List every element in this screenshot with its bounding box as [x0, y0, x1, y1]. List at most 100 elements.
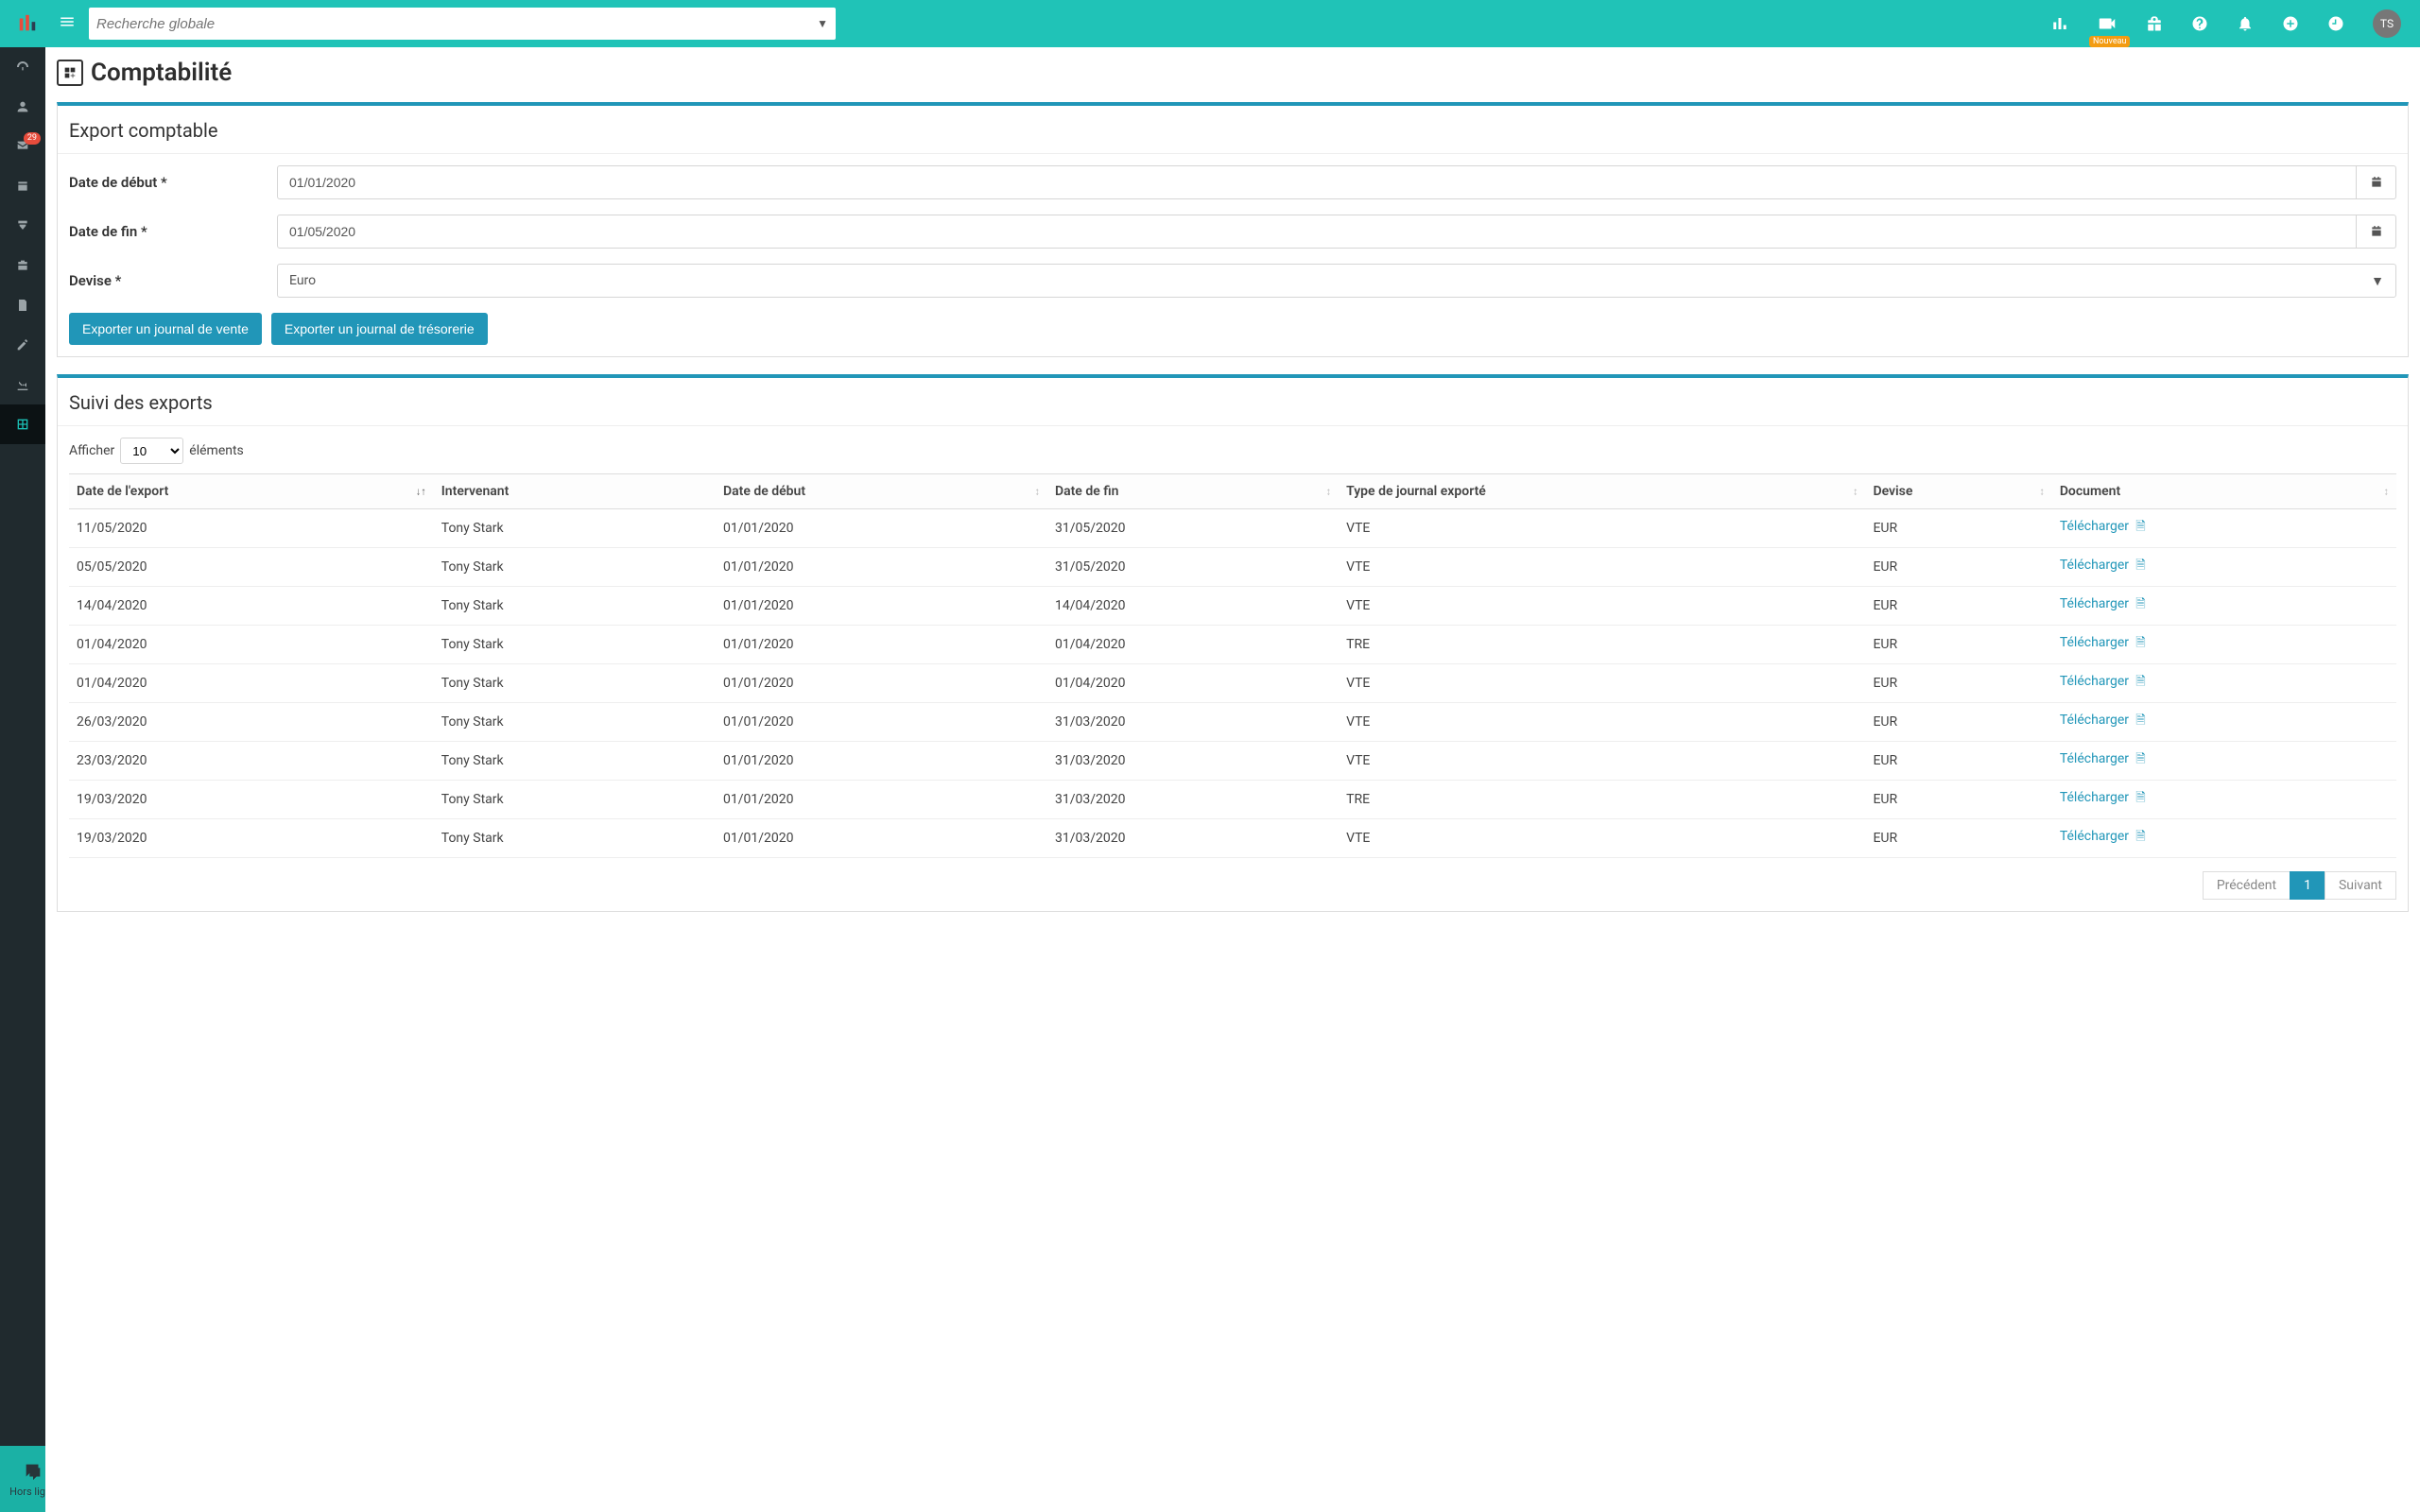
cell-document: Télécharger 🗎 [2052, 703, 2396, 742]
video-icon[interactable]: Nouveau [2097, 13, 2118, 34]
clock-icon[interactable] [2327, 15, 2344, 32]
nav-tasks[interactable] [0, 206, 45, 246]
page-length-select[interactable]: 10 [120, 438, 183, 464]
sort-icon: ↕ [1034, 486, 1040, 498]
file-icon: 🗎 [2133, 558, 2146, 573]
pager-prev[interactable]: Précédent [2203, 871, 2290, 900]
download-link[interactable]: Télécharger 🗎 [2060, 596, 2146, 611]
table-row: 23/03/2020Tony Stark01/01/202031/03/2020… [69, 742, 2396, 781]
top-bar: ▼ Nouveau TS [0, 0, 2420, 47]
cell-document: Télécharger 🗎 [2052, 781, 2396, 819]
toggle-menu-button[interactable] [55, 9, 79, 39]
download-link[interactable]: Télécharger 🗎 [2060, 790, 2146, 805]
download-link[interactable]: Télécharger 🗎 [2060, 829, 2146, 844]
cell-intervenant: Tony Stark [434, 742, 716, 781]
global-search-input[interactable] [96, 16, 817, 32]
table-row: 01/04/2020Tony Stark01/01/202001/04/2020… [69, 626, 2396, 664]
help-icon[interactable] [2191, 15, 2208, 32]
nav-accounting[interactable] [0, 404, 45, 444]
cell-document: Télécharger 🗎 [2052, 587, 2396, 626]
pagination: Précédent 1 Suivant [69, 871, 2396, 900]
nav-edit[interactable] [0, 325, 45, 365]
nav-calendar[interactable] [0, 166, 45, 206]
cell-end: 01/04/2020 [1047, 626, 1339, 664]
download-link[interactable]: Télécharger 🗎 [2060, 635, 2146, 650]
nav-reports[interactable] [0, 365, 45, 404]
cell-intervenant: Tony Stark [434, 509, 716, 548]
stats-icon[interactable] [2051, 15, 2068, 32]
add-icon[interactable] [2282, 15, 2299, 32]
download-link[interactable]: Télécharger 🗎 [2060, 713, 2146, 728]
cell-export-date: 23/03/2020 [69, 742, 434, 781]
col-type[interactable]: Type de journal exporté ↕ [1339, 474, 1865, 509]
cell-start: 01/01/2020 [716, 664, 1047, 703]
cell-end: 14/04/2020 [1047, 587, 1339, 626]
export-treasury-button[interactable]: Exporter un journal de trésorerie [271, 313, 488, 345]
cell-type: VTE [1339, 509, 1865, 548]
cell-intervenant: Tony Stark [434, 626, 716, 664]
show-suffix: éléments [189, 443, 244, 458]
cell-end: 31/05/2020 [1047, 509, 1339, 548]
sort-icon: ↕ [1326, 486, 1332, 498]
download-link[interactable]: Télécharger 🗎 [2060, 751, 2146, 766]
gift-icon[interactable] [2146, 15, 2163, 32]
cell-intervenant: Tony Stark [434, 781, 716, 819]
col-end[interactable]: Date de fin ↕ [1047, 474, 1339, 509]
currency-label: Devise * [69, 272, 277, 289]
table-row: 05/05/2020Tony Stark01/01/202031/05/2020… [69, 548, 2396, 587]
page-title: Comptabilité [57, 59, 2409, 87]
end-date-input[interactable] [277, 215, 2357, 249]
table-row: 11/05/2020Tony Stark01/01/202031/05/2020… [69, 509, 2396, 548]
cell-document: Télécharger 🗎 [2052, 742, 2396, 781]
file-icon: 🗎 [2133, 830, 2146, 844]
caret-down-icon: ▼ [2371, 273, 2384, 289]
nav-users[interactable] [0, 87, 45, 127]
cell-type: VTE [1339, 703, 1865, 742]
pager-next[interactable]: Suivant [2325, 871, 2396, 900]
start-date-picker-icon[interactable] [2357, 165, 2396, 199]
cell-end: 31/03/2020 [1047, 742, 1339, 781]
cell-export-date: 01/04/2020 [69, 626, 434, 664]
exports-table: Date de l'export ↓↑ Intervenant Date de … [69, 473, 2396, 858]
cell-type: VTE [1339, 742, 1865, 781]
currency-select[interactable]: Euro ▼ [277, 264, 2396, 298]
cell-end: 31/03/2020 [1047, 703, 1339, 742]
followup-panel-header: Suivi des exports [58, 378, 2408, 426]
col-export-date[interactable]: Date de l'export ↓↑ [69, 474, 434, 509]
col-document[interactable]: Document ↕ [2052, 474, 2396, 509]
cell-export-date: 11/05/2020 [69, 509, 434, 548]
cell-start: 01/01/2020 [716, 587, 1047, 626]
cell-end: 31/03/2020 [1047, 781, 1339, 819]
cell-export-date: 26/03/2020 [69, 703, 434, 742]
currency-value: Euro [289, 273, 316, 288]
download-link[interactable]: Télécharger 🗎 [2060, 519, 2146, 534]
nav-mail[interactable]: 29 [0, 127, 45, 166]
end-date-picker-icon[interactable] [2357, 215, 2396, 249]
col-intervenant[interactable]: Intervenant [434, 474, 716, 509]
cell-start: 01/01/2020 [716, 781, 1047, 819]
bell-icon[interactable] [2237, 15, 2254, 32]
cell-export-date: 19/03/2020 [69, 781, 434, 819]
global-search[interactable]: ▼ [89, 8, 836, 40]
pager-current[interactable]: 1 [2290, 871, 2325, 900]
followup-panel: Suivi des exports Afficher 10 éléments D… [57, 374, 2409, 912]
file-icon: 🗎 [2133, 713, 2146, 728]
app-logo [9, 6, 45, 42]
cell-document: Télécharger 🗎 [2052, 664, 2396, 703]
user-avatar[interactable]: TS [2373, 9, 2401, 38]
cell-start: 01/01/2020 [716, 509, 1047, 548]
nav-dashboard[interactable] [0, 47, 45, 87]
cell-end: 31/03/2020 [1047, 819, 1339, 858]
export-sales-button[interactable]: Exporter un journal de vente [69, 313, 262, 345]
cell-start: 01/01/2020 [716, 742, 1047, 781]
col-start[interactable]: Date de début ↕ [716, 474, 1047, 509]
nav-invoice[interactable] [0, 285, 45, 325]
end-date-label: Date de fin * [69, 223, 277, 240]
download-link[interactable]: Télécharger 🗎 [2060, 558, 2146, 573]
col-currency[interactable]: Devise ↕ [1865, 474, 2051, 509]
cell-document: Télécharger 🗎 [2052, 548, 2396, 587]
main-content: Comptabilité Export comptable Date de dé… [45, 47, 2420, 1512]
nav-briefcase[interactable] [0, 246, 45, 285]
download-link[interactable]: Télécharger 🗎 [2060, 674, 2146, 689]
start-date-input[interactable] [277, 165, 2357, 199]
